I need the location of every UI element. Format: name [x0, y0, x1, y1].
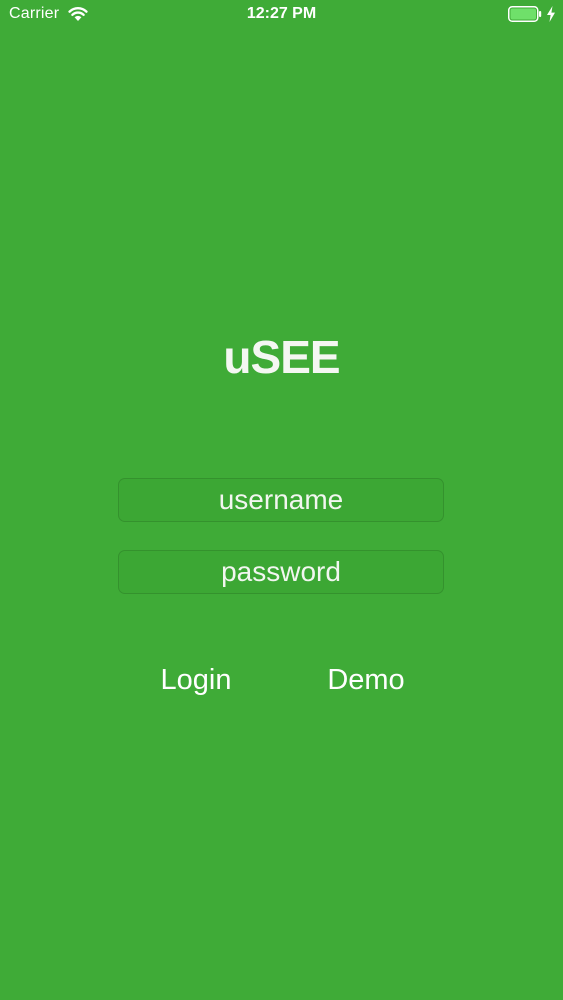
- demo-button[interactable]: Demo: [316, 658, 416, 702]
- username-field-container: [118, 478, 444, 522]
- password-input[interactable]: [119, 551, 443, 593]
- bolt-icon: [547, 6, 555, 22]
- password-field-container: [118, 550, 444, 594]
- username-input[interactable]: [119, 479, 443, 521]
- status-time: 12:27 PM: [246, 5, 317, 22]
- battery-full-icon: [508, 6, 542, 22]
- status-bar: Carrier 12:27 PM: [0, 0, 563, 30]
- app-logo: uSEE: [223, 331, 340, 383]
- login-button[interactable]: Login: [146, 658, 246, 702]
